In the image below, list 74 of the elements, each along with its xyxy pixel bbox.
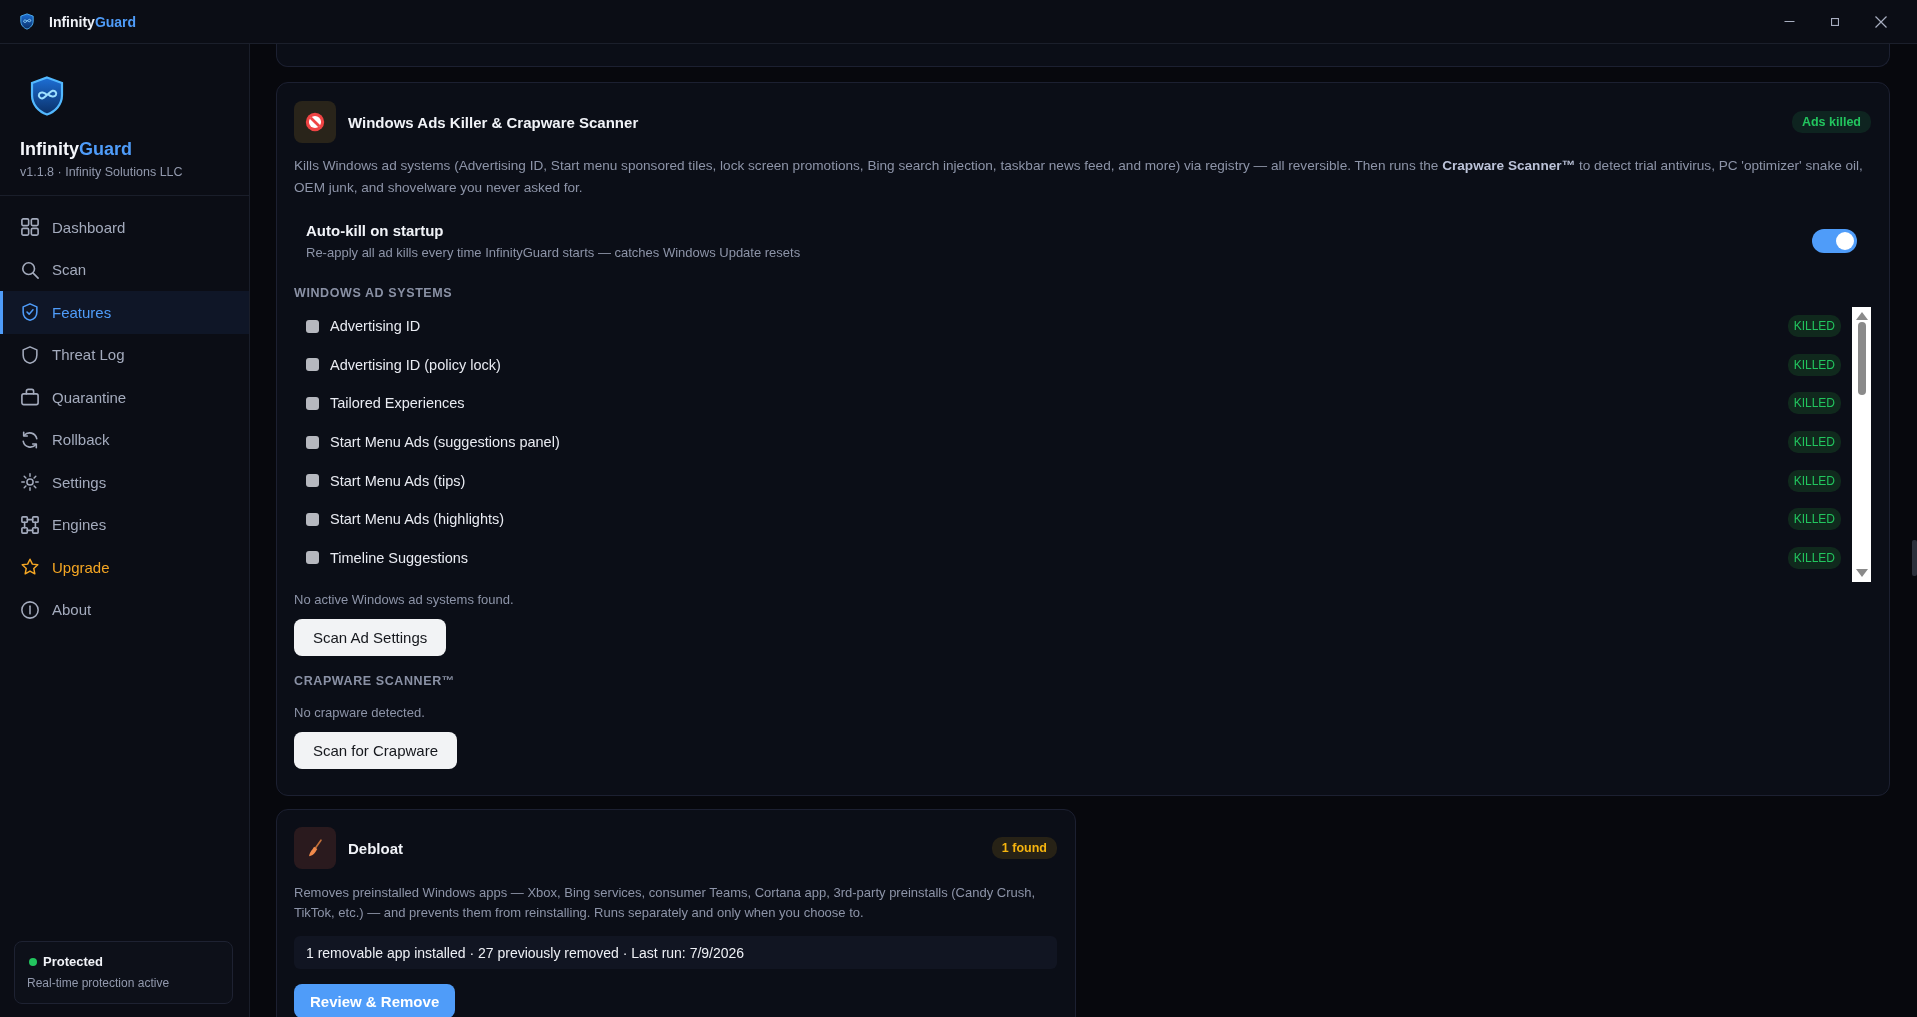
app-version: v1.1.8 · Infinity Solutions LLC: [20, 164, 184, 180]
checkbox[interactable]: [306, 474, 319, 488]
briefcase-icon: [21, 388, 39, 407]
scroll-down-icon[interactable]: [1855, 569, 1868, 577]
status-badge: Ads killed: [1791, 111, 1871, 133]
status-title: Protected: [43, 954, 103, 969]
status-badge: KILLED: [1787, 469, 1841, 492]
status-badge: KILLED: [1787, 315, 1841, 338]
refresh-icon: [21, 430, 39, 449]
nav-item[interactable]: Threat Log: [0, 333, 249, 376]
checkbox-label: Advertising ID (policy lock): [330, 356, 501, 373]
status-badge: KILLED: [1787, 546, 1841, 569]
scroll-up-icon[interactable]: [1855, 312, 1868, 320]
app-name: InfinityGuard: [20, 138, 133, 160]
status-badge: KILLED: [1787, 508, 1841, 531]
card-description: Kills Windows ad systems (Advertising ID, Start menu sponsored tiles, lock screen promotions, Bing search injection, taskbar news feed, and more) via registry — all reversible. Then runs the Crapware Scanner™ to detect trial antivirus, PC 'optimizer' snake oil, OEM junk, and shovelware you never asked for.: [294, 157, 1864, 197]
toggle-switch[interactable]: [1812, 229, 1857, 253]
checkbox-label: Advertising ID: [330, 318, 421, 335]
infinity-shield-icon: [20, 13, 34, 30]
maximize-icon[interactable]: [1831, 17, 1839, 26]
nav-item[interactable]: Dashboard: [0, 206, 249, 249]
nav-item[interactable]: Settings: [0, 461, 249, 504]
close-icon[interactable]: [1875, 15, 1887, 28]
checkbox[interactable]: [306, 397, 319, 410]
setting-title: Auto-kill on startup: [306, 221, 445, 241]
checkbox[interactable]: [306, 512, 319, 526]
scan-button[interactable]: Scan Ad Settings: [294, 619, 447, 656]
nav-item[interactable]: Features: [0, 291, 249, 334]
settings-icon: [21, 473, 39, 492]
infinity-shield-icon: [30, 76, 64, 116]
checkbox-label: Tailored Experiences: [330, 395, 465, 412]
star-icon: [21, 558, 39, 577]
card-description: Removes preinstalled Windows apps — Xbox, Bing services, consumer Teams, Cortana app, 3rd-party preinstalls (Candy Crush, TikTok, etc.) — and prevents them from reinstalling. Runs separately and only when you choose to.: [294, 884, 1037, 922]
checkbox-label: Timeline Suggestions: [330, 549, 469, 566]
checkbox-label: Start Menu Ads (suggestions panel): [330, 434, 560, 451]
section-heading: WINDOWS AD SYSTEMS: [294, 285, 454, 301]
minimize-icon[interactable]: [1783, 21, 1795, 22]
page-scrollbar-thumb[interactable]: [1912, 540, 1917, 576]
broom-icon: [294, 827, 336, 869]
nav-item[interactable]: Engines: [0, 503, 249, 546]
nav-item[interactable]: Upgrade: [0, 546, 249, 589]
scrollbar-thumb[interactable]: [1857, 322, 1866, 395]
checkbox[interactable]: [306, 319, 319, 333]
info-icon: [21, 600, 39, 619]
checkbox-label: Start Menu Ads (tips): [330, 472, 466, 489]
nav-item[interactable]: About: [0, 588, 249, 631]
status-badge: 1 found: [991, 837, 1057, 859]
setting-description: Re-apply all ad kills every time InfinityGuard starts — catches Windows Update resets: [306, 244, 801, 261]
search-icon: [21, 260, 39, 279]
status-badge: KILLED: [1787, 353, 1841, 376]
nav-item[interactable]: Scan: [0, 248, 249, 291]
card-title: Windows Ads Killer & Crapware Scanner: [348, 113, 639, 131]
status-badge: KILLED: [1787, 392, 1841, 415]
status-message: No active Windows ad systems found.: [294, 592, 515, 608]
grid-icon: [21, 218, 39, 237]
checkbox[interactable]: [306, 435, 319, 449]
shield-check-icon: [21, 303, 39, 322]
window-title: InfinityGuard: [49, 13, 137, 30]
scrollbar[interactable]: [1852, 307, 1871, 582]
status-badge: KILLED: [1787, 431, 1841, 454]
checkbox[interactable]: [306, 358, 319, 372]
status-subtitle: Real-time protection active: [27, 976, 171, 990]
scan-button[interactable]: Scan for Crapware: [294, 732, 458, 769]
nav-item[interactable]: Quarantine: [0, 376, 249, 419]
card-title: Debloat: [348, 839, 403, 857]
no-entry-icon: [294, 101, 336, 143]
section-heading: CRAPWARE SCANNER™: [294, 673, 456, 689]
checkbox[interactable]: [306, 551, 319, 565]
nav-item[interactable]: Rollback: [0, 418, 249, 461]
nodes-icon: [21, 515, 39, 534]
checkbox-label: Start Menu Ads (highlights): [330, 511, 505, 528]
info-bar: 1 removable app installed · 27 previously removed · Last run: 7/9/2026: [294, 936, 1057, 969]
shield-icon: [21, 345, 39, 364]
status-message: No crapware detected.: [294, 705, 426, 721]
